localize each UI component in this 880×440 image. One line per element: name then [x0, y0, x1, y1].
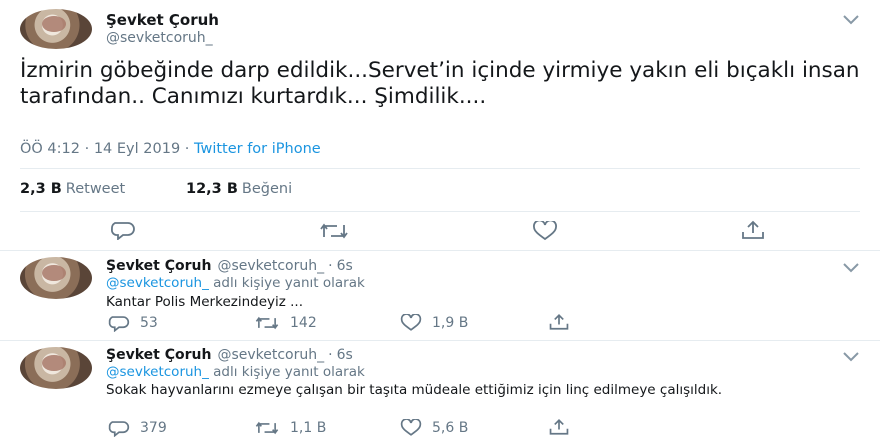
tweet-age[interactable]: 6s [337, 258, 353, 274]
share-icon [742, 220, 764, 239]
retweet-button[interactable]: 1,1 B [254, 419, 326, 437]
retweet-icon [255, 421, 279, 435]
author-handle[interactable]: @sevketcoruh_ [217, 347, 324, 363]
retweet-count: 1,1 B [290, 420, 327, 436]
retweet-icon [320, 223, 348, 239]
reply-button[interactable] [110, 220, 136, 240]
heart-icon [400, 419, 422, 436]
tweet-meta: ÖÖ 4:12 · 14 Eyl 2019 · Twitter for iPho… [20, 141, 321, 157]
divider [20, 211, 860, 212]
share-button[interactable] [548, 312, 570, 332]
like-count: 5,6 B [432, 420, 469, 436]
chevron-down-icon[interactable] [843, 263, 859, 273]
mention-link[interactable]: @sevketcoruh_ [106, 364, 209, 380]
reply-tweet: Şevket Çoruh @sevketcoruh_ · 6s @sevketcoru… [0, 251, 880, 339]
like-count: 12,3 B [186, 181, 238, 197]
retweet-count: 142 [290, 315, 317, 331]
avatar[interactable] [20, 347, 92, 389]
retweet-button[interactable]: 142 [254, 314, 317, 332]
avatar[interactable] [20, 257, 92, 299]
like-label: Beğeni [241, 181, 293, 197]
avatar[interactable] [20, 9, 92, 49]
like-button[interactable] [532, 221, 558, 241]
reply-context: @sevketcoruh_ adlı kişiye yanıt olarak [106, 275, 365, 291]
reply-header: Şevket Çoruh @sevketcoruh_ · 6s [106, 258, 353, 274]
like-count: 1,9 B [432, 315, 469, 331]
chevron-down-icon[interactable] [843, 352, 859, 362]
tweet-text: Kantar Polis Merkezindeyiz ... [106, 294, 304, 310]
reply-button[interactable]: 53 [108, 314, 158, 332]
mention-link[interactable]: @sevketcoruh_ [106, 275, 209, 291]
like-button[interactable]: 5,6 B [400, 419, 468, 437]
retweet-stat[interactable]: 2,3 B Retweet [20, 181, 125, 197]
reply-icon [108, 421, 130, 437]
reply-icon [108, 316, 130, 332]
retweet-label: Retweet [65, 181, 126, 197]
share-icon [549, 314, 569, 330]
like-stat[interactable]: 12,3 B Beğeni [186, 181, 292, 197]
retweet-button[interactable] [318, 221, 350, 241]
share-icon [549, 419, 569, 435]
retweet-count: 2,3 B [20, 181, 62, 197]
reply-count: 53 [140, 315, 158, 331]
main-tweet: Şevket Çoruh @sevketcoruh_ İzmirin göbeğ… [0, 0, 880, 250]
author-handle[interactable]: @sevketcoruh_ [217, 258, 324, 274]
reply-context-text: adlı kişiye yanıt olarak [208, 275, 365, 291]
reply-icon [111, 222, 135, 240]
reply-header: Şevket Çoruh @sevketcoruh_ · 6s [106, 347, 353, 363]
heart-icon [533, 221, 557, 241]
share-button[interactable] [740, 219, 766, 241]
author-name[interactable]: Şevket Çoruh [106, 258, 211, 274]
reply-context-text: adlı kişiye yanıt olarak [208, 364, 365, 380]
heart-icon [400, 314, 422, 331]
reply-context: @sevketcoruh_ adlı kişiye yanıt olarak [106, 364, 365, 380]
share-button[interactable] [548, 417, 570, 437]
reply-button[interactable]: 379 [108, 419, 167, 437]
author-name[interactable]: Şevket Çoruh [106, 347, 211, 363]
author-name[interactable]: Şevket Çoruh [106, 11, 219, 29]
divider [20, 168, 860, 169]
chevron-down-icon[interactable] [843, 15, 859, 25]
like-button[interactable]: 1,9 B [400, 314, 468, 332]
reply-count: 379 [140, 420, 167, 436]
tweet-text: İzmirin göbeğinde darp edildik...Servet’… [20, 58, 860, 109]
retweet-icon [255, 316, 279, 330]
author-handle[interactable]: @sevketcoruh_ [106, 30, 213, 46]
tweet-age[interactable]: 6s [337, 347, 353, 363]
tweet-timestamp[interactable]: ÖÖ 4:12 · 14 Eyl 2019 · [20, 141, 194, 157]
tweet-text: Sokak hayvanlarını ezmeye çalışan bir ta… [106, 382, 723, 398]
tweet-source-link[interactable]: Twitter for iPhone [194, 141, 321, 157]
reply-tweet: Şevket Çoruh @sevketcoruh_ · 6s @sevketcoru… [0, 341, 880, 440]
